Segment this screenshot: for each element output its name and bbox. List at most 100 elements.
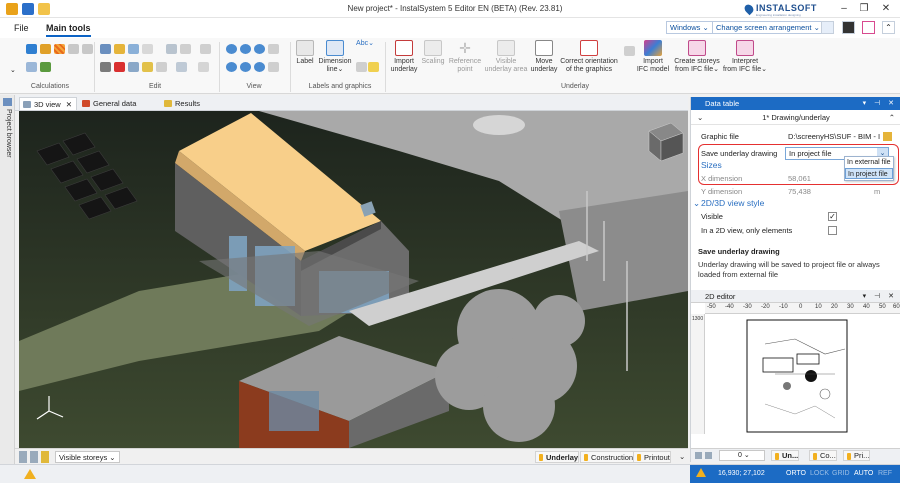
grid-toggle[interactable]: GRID xyxy=(832,470,850,477)
tabs-more-icon[interactable]: ⌄ xyxy=(679,451,685,463)
scaling-button[interactable]: Scaling xyxy=(420,40,446,66)
visible-checkbox[interactable]: ✓ xyxy=(828,212,837,221)
expand-chevron-icon[interactable]: ⌄ xyxy=(697,111,703,125)
interpret-ifc-button[interactable]: Interpret from IFC file⌄ xyxy=(722,40,768,74)
storey-select[interactable]: 0 ⌄ xyxy=(719,450,765,461)
zoom-out-icon[interactable] xyxy=(240,44,251,54)
note-icon[interactable] xyxy=(368,62,379,72)
minimize-button[interactable]: – xyxy=(838,3,850,15)
move-underlay-button[interactable]: Move underlay xyxy=(528,40,560,74)
help-icon[interactable] xyxy=(862,21,875,34)
mirror-icon[interactable] xyxy=(180,44,191,54)
edit-text-icon[interactable] xyxy=(142,62,153,72)
storey-up-icon[interactable] xyxy=(19,451,27,463)
tab-3d-view-label: 3D view xyxy=(34,100,61,109)
section-chevron-icon[interactable]: ⌄ xyxy=(693,197,700,210)
calculate-icon[interactable] xyxy=(26,44,37,54)
reference-point-button[interactable]: ✛ Reference point xyxy=(448,40,482,74)
calc-expand-icon[interactable]: ⌄ xyxy=(10,66,21,76)
storey-down-icon[interactable] xyxy=(30,451,38,463)
layer-tab-underlay[interactable]: Underlay xyxy=(535,451,580,463)
close-button[interactable]: ✕ xyxy=(880,3,892,15)
import-ifc-model-button[interactable]: Import IFC model xyxy=(636,40,670,74)
shape-icon[interactable] xyxy=(356,62,367,72)
ref-toggle[interactable]: REF xyxy=(878,470,892,477)
status-bar: 16,930; 27,102 ORTO LOCK GRID AUTO REF xyxy=(0,464,900,483)
tab-results[interactable]: Results xyxy=(161,97,211,110)
only-elements-row[interactable]: In a 2D view, only elements xyxy=(691,224,900,237)
import-underlay-button[interactable]: Import underlay xyxy=(388,40,420,74)
filter-icon[interactable] xyxy=(41,451,49,463)
project-browser-panel[interactable]: Project browser xyxy=(0,95,15,483)
visible-underlay-area-button[interactable]: Visible underlay area xyxy=(484,40,528,74)
editor-tab-underlay[interactable]: Un... xyxy=(771,450,800,461)
view-mode-icon[interactable] xyxy=(268,44,279,54)
editor-tab-construction[interactable]: Co... xyxy=(809,450,837,461)
tab-main-tools[interactable]: Main tools xyxy=(46,23,91,37)
windows-dropdown[interactable]: Windows ⌄ xyxy=(666,21,713,34)
layer-icon[interactable] xyxy=(198,62,209,72)
group-icon[interactable] xyxy=(156,62,167,72)
correct-orientation-button[interactable]: Correct orientation of the graphics xyxy=(560,40,618,74)
pan-icon[interactable] xyxy=(268,62,279,72)
balance-icon[interactable] xyxy=(26,62,37,72)
select-icon[interactable] xyxy=(142,44,153,54)
open-folder-icon[interactable] xyxy=(38,3,50,15)
zoom-window-icon[interactable] xyxy=(226,62,237,72)
collapse-chevron-icon[interactable]: ⌃ xyxy=(889,111,895,125)
zoom-all-icon[interactable] xyxy=(254,62,265,72)
browse-folder-icon[interactable] xyxy=(883,132,892,141)
change-arrangement-dropdown[interactable]: Change screen arrangement ⌄ xyxy=(712,21,824,34)
warning-icon[interactable] xyxy=(24,469,36,479)
2d-drawing-canvas[interactable] xyxy=(705,314,900,434)
rotate-icon[interactable] xyxy=(200,44,211,54)
zoom-fit-icon[interactable] xyxy=(254,44,265,54)
status-warning-icon[interactable] xyxy=(696,468,706,477)
editor-panel-controls[interactable]: ▾ ⊣ ✕ xyxy=(863,290,897,303)
storey-up-icon[interactable] xyxy=(695,452,702,459)
table-calc-icon[interactable] xyxy=(40,62,51,72)
copy-icon[interactable] xyxy=(100,44,111,54)
dimension-line-button[interactable]: Dimension line⌄ xyxy=(318,40,352,74)
properties-icon[interactable] xyxy=(176,62,187,72)
layer-tab-printout[interactable]: Printout xyxy=(633,451,671,463)
graphic-file-value: D:\screenyHS\SUF - BIM - I xyxy=(788,132,881,141)
file-menu[interactable]: File xyxy=(14,23,29,33)
3d-viewport[interactable] xyxy=(19,111,688,448)
only-elements-checkbox[interactable] xyxy=(828,226,837,235)
maximize-button[interactable]: ❐ xyxy=(858,3,870,15)
close-tab-icon[interactable]: ✕ xyxy=(66,98,72,111)
save-icon[interactable] xyxy=(22,3,34,15)
underlay-properties-icon[interactable] xyxy=(624,46,635,56)
dark-mode-icon[interactable] xyxy=(842,21,855,34)
layout-icon[interactable] xyxy=(821,21,834,34)
heat-source-icon[interactable] xyxy=(54,44,65,54)
storey-down-icon[interactable] xyxy=(705,452,712,459)
calc-settings-icon[interactable] xyxy=(40,44,51,54)
lock-toggle[interactable]: LOCK xyxy=(810,470,829,477)
auto-toggle[interactable]: AUTO xyxy=(854,470,873,477)
zoom-in-icon[interactable] xyxy=(226,44,237,54)
collapse-ribbon-icon[interactable]: ⌃ xyxy=(882,21,895,34)
tab-general-data[interactable]: General data xyxy=(79,97,149,110)
tab-3d-view[interactable]: 3D view ✕ xyxy=(19,97,77,110)
layer-tab-construction[interactable]: Construction xyxy=(580,451,635,463)
abc-text-button[interactable]: Abc⌄ xyxy=(354,40,376,48)
panel-controls[interactable]: ▾ ⊣ ✕ xyxy=(863,97,897,110)
undo-icon[interactable] xyxy=(128,62,139,72)
delete-icon[interactable] xyxy=(114,62,125,72)
align-icon[interactable] xyxy=(166,44,177,54)
flame-icon[interactable] xyxy=(82,44,93,54)
duplicate-icon[interactable] xyxy=(128,44,139,54)
visible-row[interactable]: Visible ✓ xyxy=(691,210,900,223)
orto-toggle[interactable]: ORTO xyxy=(786,470,806,477)
zoom-previous-icon[interactable] xyxy=(240,62,251,72)
paste-icon[interactable] xyxy=(114,44,125,54)
editor-tab-printout[interactable]: Pri... xyxy=(843,450,871,461)
graphic-file-row[interactable]: Graphic file D:\screenyHS\SUF - BIM - I xyxy=(691,130,900,143)
cut-icon[interactable] xyxy=(100,62,111,72)
create-storeys-button[interactable]: Create storeys from IFC file⌄ xyxy=(672,40,722,74)
drop-icon[interactable] xyxy=(68,44,79,54)
label-button[interactable]: Label xyxy=(294,40,316,66)
visible-storeys-dropdown[interactable]: Visible storeys ⌄ xyxy=(55,451,120,463)
